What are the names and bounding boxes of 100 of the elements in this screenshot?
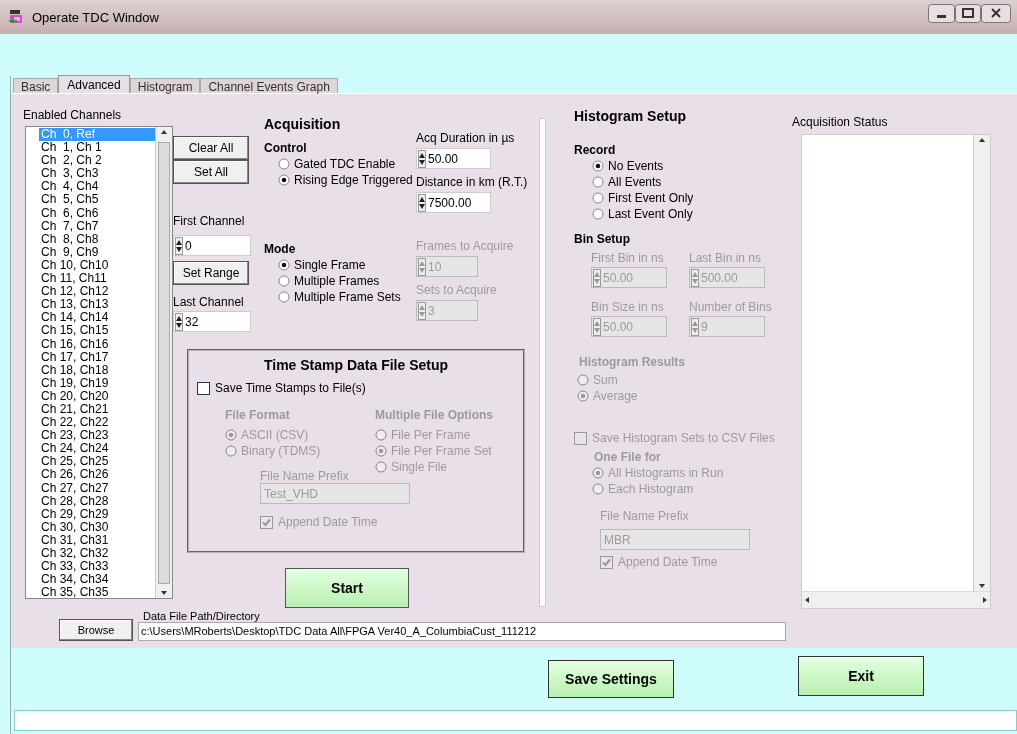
checkbox-label: Save Time Stamps to File(s) xyxy=(215,380,366,396)
minimize-icon[interactable] xyxy=(928,3,955,23)
radio-label: Average xyxy=(593,388,638,404)
list-item[interactable]: Ch 32, Ch32 xyxy=(39,547,155,561)
radio-label: No Events xyxy=(608,158,664,174)
tab[interactable]: Channel Events Graph xyxy=(200,78,338,93)
field-label: Last Bin in ns xyxy=(689,251,763,265)
scrollbar[interactable] xyxy=(973,135,990,591)
list-item[interactable]: Ch 24, Ch24 xyxy=(39,442,155,456)
spin-arrows-icon[interactable] xyxy=(418,149,426,168)
list-item[interactable]: Ch 15, Ch15 xyxy=(39,324,155,338)
spin-arrows-icon[interactable] xyxy=(175,312,183,331)
close-icon[interactable] xyxy=(981,3,1011,23)
list-item[interactable]: Ch 10, Ch10 xyxy=(39,258,155,273)
channel-list[interactable] xyxy=(25,126,173,599)
group-label: One File for xyxy=(594,450,662,465)
browse-button[interactable]: Browse xyxy=(59,619,133,641)
radio-label: ASCII (CSV) xyxy=(241,427,309,443)
list-item[interactable]: Ch 14, Ch14 xyxy=(39,311,155,325)
app-icon xyxy=(8,9,24,25)
list-item[interactable]: Ch 33, Ch33 xyxy=(39,560,155,574)
list-item[interactable]: Ch 21, Ch21 xyxy=(39,402,155,417)
list-item[interactable]: Ch 22, Ch22 xyxy=(39,416,155,430)
number-field[interactable]: 50.00 xyxy=(416,148,491,169)
radio-label: Multiple Frame Sets xyxy=(294,289,401,305)
radio-button[interactable] xyxy=(278,174,290,186)
list-item[interactable]: Ch 9, Ch9 xyxy=(39,245,155,259)
radio-button[interactable] xyxy=(592,176,604,188)
radio-button[interactable] xyxy=(592,192,604,204)
radio-label: Gated TDC Enable xyxy=(294,156,396,172)
list-item[interactable]: Ch 28, Ch28 xyxy=(39,494,155,508)
tab[interactable]: Advanced xyxy=(58,75,130,93)
radio-label: Multiple Frames xyxy=(294,273,380,289)
exit-button[interactable]: Exit xyxy=(798,656,924,696)
radio-button[interactable] xyxy=(278,275,290,287)
field-label: Last Channel xyxy=(173,295,245,309)
list-item[interactable]: Ch 18, Ch18 xyxy=(39,363,155,377)
radio-button[interactable] xyxy=(592,160,604,172)
list-item[interactable]: Ch 11, Ch11 xyxy=(39,272,155,286)
field-label: File Name Prefix xyxy=(260,469,350,483)
number-field[interactable]: 0 xyxy=(173,235,251,256)
radio-label: Single File xyxy=(391,459,448,475)
list-item[interactable]: Ch 34, Ch34 xyxy=(39,573,155,587)
radio-button[interactable] xyxy=(592,208,604,220)
list-item[interactable]: Ch 16, Ch16 xyxy=(39,337,155,351)
list-item[interactable]: Ch 4, Ch4 xyxy=(39,180,155,194)
save-settings-button[interactable]: Save Settings xyxy=(548,660,674,698)
group-label: Mode xyxy=(264,242,297,257)
scrollbar[interactable] xyxy=(155,127,172,598)
button[interactable]: Set All xyxy=(173,160,249,184)
spin-arrows-icon[interactable] xyxy=(418,193,426,212)
list-item[interactable]: Ch 12, Ch12 xyxy=(39,285,155,299)
maximize-icon[interactable] xyxy=(955,3,981,23)
list-item[interactable]: Ch 20, Ch20 xyxy=(39,389,155,403)
spin-arrows-icon[interactable] xyxy=(175,236,183,255)
field-label: Sets to Acquire xyxy=(416,283,498,297)
checkbox[interactable] xyxy=(197,381,210,395)
list-item[interactable]: Ch 2, Ch 2 xyxy=(39,154,155,168)
panel-label: Acquisition Status xyxy=(792,115,889,129)
tab[interactable]: Basic xyxy=(13,78,59,93)
radio-label: Binary (TDMS) xyxy=(241,443,321,459)
list-item[interactable]: Ch 27, Ch27 xyxy=(39,481,155,495)
field-label: First Bin in ns xyxy=(591,251,665,265)
radio-button[interactable] xyxy=(278,158,290,170)
list-item[interactable]: Ch 35, Ch35 xyxy=(39,586,155,598)
list-item[interactable]: Ch 23, Ch23 xyxy=(39,429,155,443)
number-field[interactable]: 7500.00 xyxy=(416,192,491,213)
number-field[interactable]: 32 xyxy=(173,311,251,332)
radio-label: Single Frame xyxy=(294,257,366,273)
group-label: Bin Setup xyxy=(574,232,631,247)
radio-label: File Per Frame xyxy=(391,427,471,443)
list-item[interactable]: Ch 17, Ch17 xyxy=(39,350,155,364)
field-label: File Name Prefix xyxy=(600,509,690,523)
list-item[interactable]: Ch 26, Ch26 xyxy=(39,468,155,482)
list-item[interactable]: Ch 7, Ch7 xyxy=(39,219,155,233)
path-field[interactable]: c:\Users\MRoberts\Desktop\TDC Data All\FPGA Ver40_A_ColumbiaCust_111212 xyxy=(138,622,786,641)
list-item[interactable]: Ch 31, Ch31 xyxy=(39,533,155,547)
radio-label: All Histograms in Run xyxy=(608,465,724,481)
list-item[interactable]: Ch 1, Ch 1 xyxy=(39,141,155,155)
radio-button[interactable] xyxy=(278,259,290,271)
radio-label: All Events xyxy=(608,174,662,190)
list-item[interactable]: Ch 6, Ch6 xyxy=(39,206,155,220)
list-item[interactable]: Ch 5, Ch5 xyxy=(39,193,155,207)
radio-button[interactable] xyxy=(278,291,290,303)
group-label: Record xyxy=(574,143,617,158)
section-heading: Histogram Setup xyxy=(574,108,687,125)
list-item[interactable]: Ch 29, Ch29 xyxy=(39,507,155,521)
list-item[interactable]: Ch 30, Ch30 xyxy=(39,520,155,534)
field-label: Data File Path/Directory xyxy=(142,610,261,622)
list-item[interactable]: Ch 25, Ch25 xyxy=(39,455,155,469)
start-button[interactable]: Start xyxy=(285,568,409,608)
list-item[interactable]: Ch 8, Ch8 xyxy=(39,232,155,246)
field-label: Distance in km (R.T.) xyxy=(416,175,529,189)
scrollbar[interactable] xyxy=(802,591,990,608)
button[interactable]: Clear All xyxy=(173,136,249,160)
list-item[interactable]: Ch 19, Ch19 xyxy=(39,376,155,390)
list-item[interactable]: Ch 13, Ch13 xyxy=(39,298,155,312)
tab[interactable]: Histogram xyxy=(129,78,201,93)
set-range-button[interactable]: Set Range xyxy=(173,261,249,285)
list-item[interactable]: Ch 3, Ch3 xyxy=(39,167,155,181)
